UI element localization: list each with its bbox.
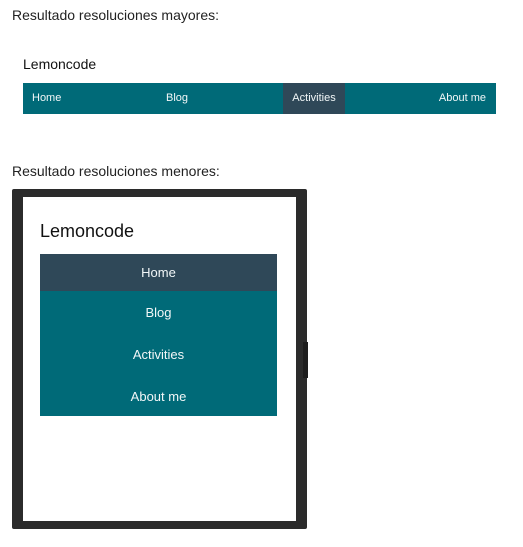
desktop-nav-about-me[interactable]: About me: [439, 83, 486, 114]
mobile-nav-blog[interactable]: Blog: [40, 291, 277, 333]
desktop-nav-blog[interactable]: Blog: [166, 83, 188, 114]
desktop-caption: Resultado resoluciones mayores:: [12, 7, 219, 23]
device-side-button: [303, 342, 308, 378]
mobile-brand-title: Lemoncode: [40, 221, 135, 241]
mobile-nav-about-me[interactable]: About me: [40, 375, 277, 416]
desktop-nav-home[interactable]: Home: [32, 83, 61, 114]
mobile-screen: Lemoncode Home Blog Activities About me: [23, 197, 296, 521]
mobile-nav-home[interactable]: Home: [40, 254, 277, 291]
desktop-navbar: Home Blog Activities About me: [23, 83, 496, 114]
desktop-brand-title: Lemoncode: [23, 56, 97, 72]
mobile-nav-activities[interactable]: Activities: [40, 333, 277, 375]
desktop-nav-activities[interactable]: Activities: [283, 83, 345, 114]
mobile-device-frame: Lemoncode Home Blog Activities About me: [12, 189, 307, 529]
page: Resultado resoluciones mayores: Lemoncod…: [0, 0, 523, 547]
mobile-caption: Resultado resoluciones menores:: [12, 163, 220, 179]
mobile-navbar: Home Blog Activities About me: [40, 254, 277, 416]
